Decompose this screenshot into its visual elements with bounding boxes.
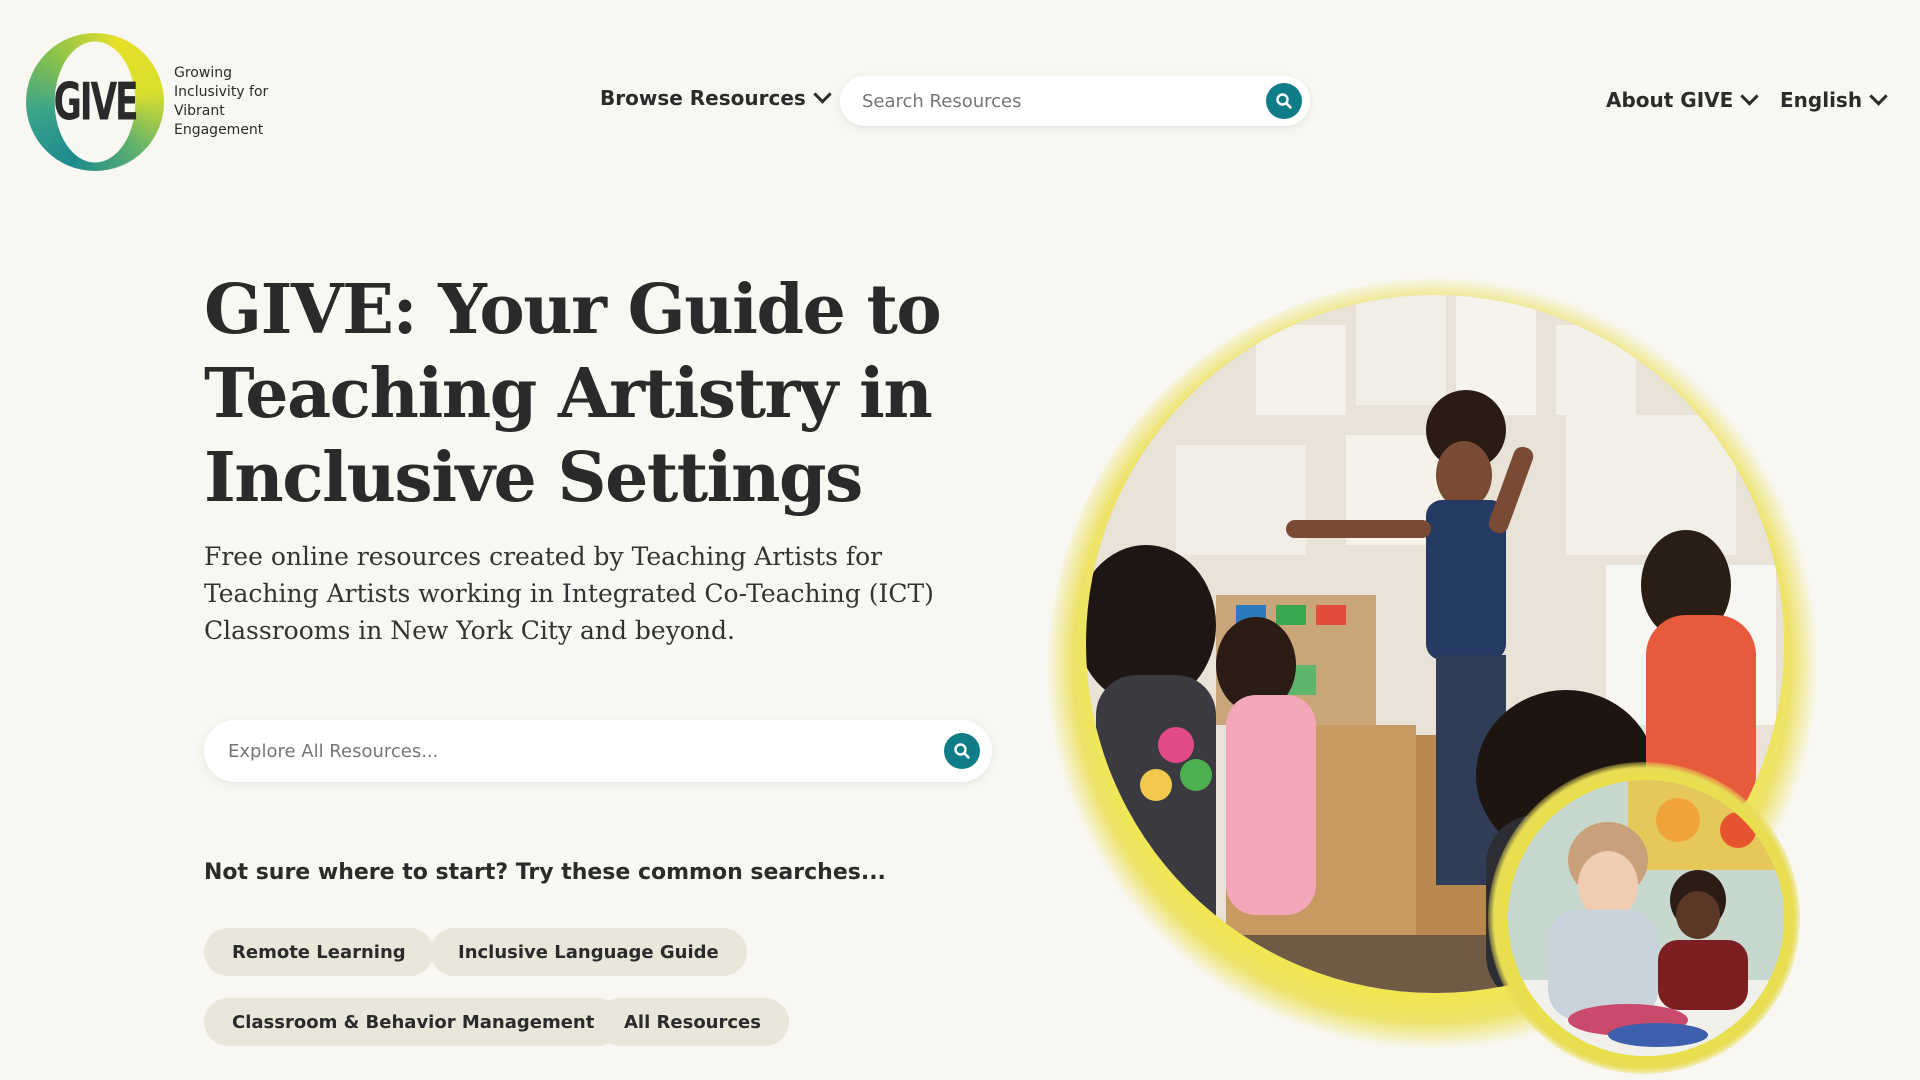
logo-tagline-line: Inclusivity for	[174, 84, 269, 100]
hero-search-input[interactable]	[226, 739, 944, 763]
chip-remote-learning[interactable]: Remote Learning	[204, 928, 434, 976]
chevron-down-icon	[1869, 87, 1888, 106]
art-activity-photo	[1508, 780, 1784, 1056]
search-icon	[1276, 93, 1292, 109]
header-search-button[interactable]	[1266, 83, 1302, 119]
about-give-menu[interactable]: About GIVE	[1606, 87, 1759, 112]
chevron-down-icon	[1740, 87, 1759, 106]
browse-resources-menu[interactable]: Browse Resources	[600, 85, 832, 110]
hero-search-button[interactable]	[944, 733, 980, 769]
logo-tagline-line: Engagement	[174, 122, 264, 138]
browse-resources-label: Browse Resources	[600, 86, 806, 110]
chip-all-resources[interactable]: All Resources	[596, 998, 789, 1046]
art-activity-photo-illustration	[1508, 780, 1784, 1056]
header-search-input[interactable]	[860, 89, 1266, 113]
chip-inclusive-language-guide[interactable]: Inclusive Language Guide	[430, 928, 747, 976]
logo[interactable]: GIVE Growing Inclusivity for Vibrant Eng…	[26, 33, 268, 171]
hero-title: GIVE: Your Guide to Teaching Artistry in…	[204, 270, 942, 518]
chip-classroom-behavior-management[interactable]: Classroom & Behavior Management	[204, 998, 623, 1046]
logo-tagline-line: Growing	[174, 65, 232, 81]
hero-search	[204, 720, 992, 782]
logo-tagline-line: Vibrant	[174, 103, 225, 119]
language-label: English	[1780, 88, 1863, 112]
common-searches-heading: Not sure where to start? Try these commo…	[204, 860, 886, 885]
language-menu[interactable]: English	[1780, 87, 1888, 112]
about-give-label: About GIVE	[1606, 88, 1734, 112]
logo-wordmark: GIVE	[54, 41, 139, 163]
logo-tagline: Growing Inclusivity for Vibrant Engageme…	[174, 64, 268, 140]
hero-subtitle: Free online resources created by Teachin…	[204, 542, 934, 645]
header-search	[840, 76, 1310, 126]
chevron-down-icon	[813, 85, 832, 104]
logo-ring: GIVE	[26, 33, 164, 171]
search-icon	[954, 743, 970, 759]
